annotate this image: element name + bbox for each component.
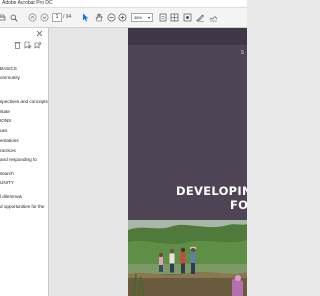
window-title: Adobe Acrobat Pro DC — [2, 0, 53, 6]
delete-bookmark-icon[interactable] — [14, 41, 21, 51]
main-toolbar: 1 / 94 38% ▾ — [0, 8, 247, 28]
zoom-level-value: 38% — [134, 15, 143, 20]
bookmark-item[interactable]: IONS — [0, 118, 11, 124]
zoom-out-icon[interactable] — [107, 12, 116, 23]
zoom-caret-icon: ▾ — [147, 15, 150, 20]
cover-photo — [128, 220, 247, 296]
page-up-icon[interactable] — [28, 12, 37, 23]
page-number-input[interactable]: 1 — [52, 13, 62, 22]
bookmarks-panel: BASICS ommunity spectives and concepts s… — [0, 28, 49, 296]
scroll-mode-icon[interactable] — [170, 12, 179, 23]
new-bookmark-icon[interactable] — [24, 41, 32, 51]
bookmark-item[interactable]: ues — [0, 128, 7, 134]
bookmark-item[interactable]: BASICS — [0, 66, 17, 72]
fit-page-icon[interactable] — [158, 12, 167, 23]
close-icon[interactable] — [36, 30, 43, 39]
zoom-level-select[interactable]: 38% ▾ — [131, 13, 153, 22]
document-page[interactable]: S DEVELOPING C FOR — [128, 28, 247, 296]
select-cursor-icon[interactable] — [81, 12, 89, 23]
print-icon[interactable] — [0, 12, 6, 23]
cover-title-line2: FOR — [230, 198, 247, 212]
sign-icon[interactable] — [209, 12, 218, 23]
expand-bookmark-icon[interactable] — [34, 41, 42, 51]
page-down-icon[interactable] — [40, 12, 49, 23]
bookmark-item[interactable]: l dilemmas — [0, 194, 22, 200]
bookmark-item[interactable]: ractices — [0, 148, 16, 154]
bookmark-item[interactable]: UNITY — [0, 180, 14, 186]
person-figure — [159, 253, 163, 272]
bookmark-item[interactable]: d opportunities for the — [0, 204, 44, 210]
bookmark-item[interactable]: spectives and concepts — [0, 99, 48, 105]
document-workspace — [49, 28, 128, 296]
hand-icon[interactable] — [94, 12, 103, 23]
comment-icon[interactable] — [183, 12, 192, 23]
cover-title-line1: DEVELOPING C — [176, 184, 247, 198]
search-icon[interactable] — [9, 12, 18, 23]
bookmark-item[interactable]: state — [0, 109, 10, 115]
cover-header-band — [128, 28, 247, 45]
bookmark-item[interactable]: and responding to — [0, 157, 37, 163]
bookmark-item[interactable]: search — [0, 171, 14, 177]
page-total: / 94 — [63, 14, 72, 20]
highlight-icon[interactable] — [196, 12, 205, 23]
zoom-in-icon[interactable] — [118, 12, 127, 23]
bookmark-item[interactable]: ommunity — [0, 75, 20, 81]
window-titlebar: Adobe Acrobat Pro DC — [0, 0, 247, 8]
bookmark-item[interactable]: entations — [0, 138, 19, 144]
cover-corner-text: S — [240, 50, 244, 56]
